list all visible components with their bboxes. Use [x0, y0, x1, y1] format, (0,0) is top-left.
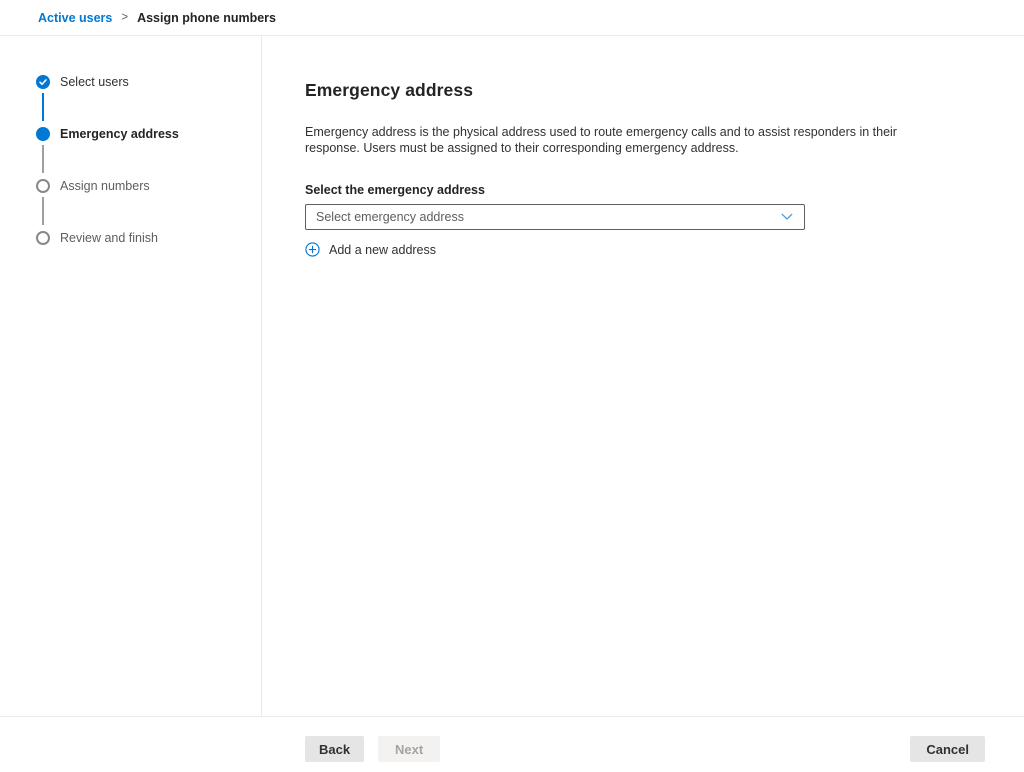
wizard-step-emergency-address[interactable]: Emergency address [36, 127, 179, 141]
breadcrumb: Active users > Assign phone numbers [38, 11, 276, 25]
step-connector [42, 93, 44, 121]
wizard-step-label: Assign numbers [60, 179, 150, 193]
cancel-button[interactable]: Cancel [910, 736, 985, 762]
page-header: Active users > Assign phone numbers [0, 0, 1024, 36]
emergency-address-dropdown[interactable]: Select emergency address [305, 204, 805, 230]
chevron-right-icon: > [121, 11, 128, 23]
wizard-step-review-and-finish: Review and finish [36, 231, 158, 245]
check-circle-icon [36, 75, 50, 89]
breadcrumb-link-active-users[interactable]: Active users [38, 11, 112, 25]
wizard-step-label: Select users [60, 75, 129, 89]
page-description: Emergency address is the physical addres… [305, 124, 984, 156]
wizard-step-label: Emergency address [60, 127, 179, 141]
step-connector [42, 197, 44, 225]
wizard-step-select-users[interactable]: Select users [36, 75, 129, 89]
wizard-steps-sidebar: Select users Emergency address Assign nu… [0, 36, 262, 716]
wizard-step-assign-numbers: Assign numbers [36, 179, 150, 193]
plus-circle-icon [305, 242, 320, 257]
current-step-dot-icon [36, 127, 50, 141]
next-button[interactable]: Next [378, 736, 440, 762]
description-line: Emergency address is the physical addres… [305, 124, 984, 140]
empty-step-circle-icon [36, 231, 50, 245]
wizard-step-label: Review and finish [60, 231, 158, 245]
empty-step-circle-icon [36, 179, 50, 193]
add-new-address-button[interactable]: Add a new address [305, 242, 436, 257]
main-content: Emergency address Emergency address is t… [263, 36, 1024, 716]
back-button[interactable]: Back [305, 736, 364, 762]
emergency-address-field-label: Select the emergency address [305, 183, 984, 197]
breadcrumb-current-page: Assign phone numbers [137, 11, 276, 25]
page-title: Emergency address [305, 80, 984, 101]
wizard-footer: Back Next Cancel [0, 716, 1024, 772]
description-line: response. Users must be assigned to thei… [305, 140, 984, 156]
step-connector [42, 145, 44, 173]
add-new-address-label: Add a new address [329, 243, 436, 257]
dropdown-placeholder: Select emergency address [316, 210, 464, 224]
chevron-down-icon [781, 208, 793, 226]
